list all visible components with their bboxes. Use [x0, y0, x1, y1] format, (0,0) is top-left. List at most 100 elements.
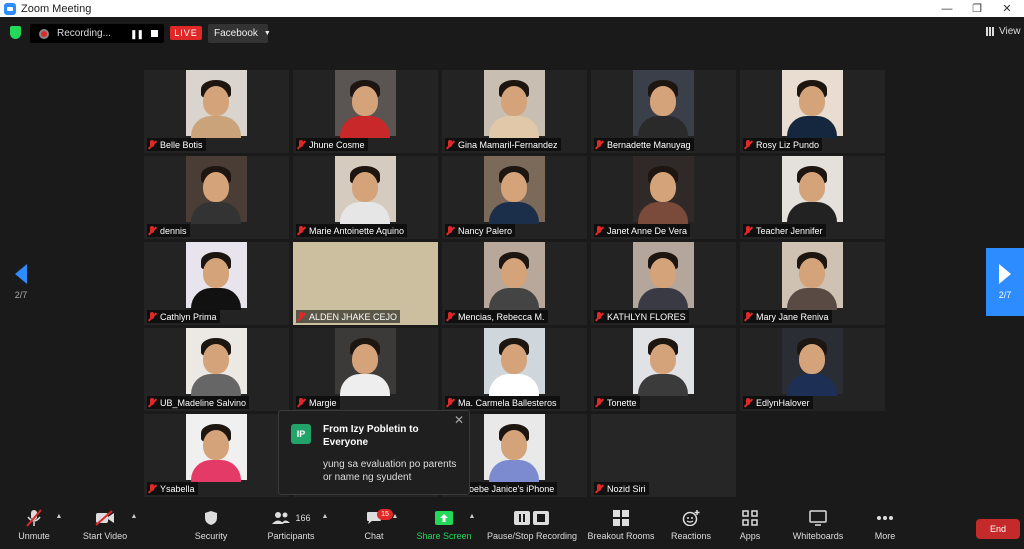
participant-face	[501, 430, 527, 460]
security-label: Security	[194, 531, 228, 541]
participant-tile[interactable]: Belle Botis	[144, 70, 289, 153]
stream-target-dropdown[interactable]: Facebook ▼	[208, 24, 271, 43]
participant-name-label: EdlynHalover	[743, 396, 813, 409]
participants-count: 166	[295, 513, 311, 523]
participant-video	[782, 328, 843, 396]
participant-name-label: KATHLYN FLORES	[594, 310, 689, 323]
muted-mic-icon	[446, 140, 454, 149]
apps-button[interactable]: Apps	[730, 507, 770, 549]
encryption-shield-icon[interactable]	[10, 26, 21, 39]
video-off-icon	[95, 510, 114, 526]
participant-name-label: UB_Madeline Salvino	[147, 396, 250, 409]
participant-tile[interactable]: Mencias, Rebecca M.	[442, 242, 587, 325]
participant-face	[501, 344, 527, 374]
whiteboards-label: Whiteboards	[792, 531, 844, 541]
participant-name: Ma. Carmela Ballesteros	[458, 397, 557, 408]
participant-name-label: Janet Anne De Vera	[594, 224, 691, 237]
participant-video	[186, 70, 247, 138]
next-page-button[interactable]: 2/7	[986, 248, 1024, 316]
participant-body	[489, 374, 539, 396]
maximize-icon[interactable]: ❐	[962, 0, 992, 17]
participant-body	[191, 116, 241, 138]
close-icon[interactable]: ✕	[992, 0, 1022, 17]
participant-tile[interactable]: Bernadette Manuyag	[591, 70, 736, 153]
participant-name-label: Jhune Cosme	[296, 138, 368, 151]
breakout-rooms-button[interactable]: Breakout Rooms	[586, 507, 656, 549]
participant-tile[interactable]: Mary Jane Reniva	[740, 242, 885, 325]
participant-video	[335, 328, 396, 396]
pause-stop-recording-button[interactable]: Pause/Stop Recording	[486, 507, 578, 549]
participant-tile[interactable]: Tonette	[591, 328, 736, 411]
participant-face	[203, 86, 229, 116]
participant-tile[interactable]: Jhune Cosme	[293, 70, 438, 153]
participant-video	[782, 70, 843, 138]
whiteboards-button[interactable]: Whiteboards	[788, 507, 848, 549]
participant-tile[interactable]: Nozid Siri	[591, 414, 736, 497]
participant-tile[interactable]: Marie Antoinette Aquino	[293, 156, 438, 239]
muted-mic-icon	[148, 312, 156, 321]
participant-name-label: Ma. Carmela Ballesteros	[445, 396, 560, 409]
more-label: More	[874, 531, 896, 541]
participant-tile[interactable]: Ma. Carmela Ballesteros	[442, 328, 587, 411]
participant-tile[interactable]: Gina Mamaril-Fernandez	[442, 70, 587, 153]
participant-tile[interactable]: Teacher Jennifer	[740, 156, 885, 239]
participant-name-label: dennis	[147, 224, 190, 237]
participant-name: UB_Madeline Salvino	[160, 397, 247, 408]
participant-name-label: Margie	[296, 396, 340, 409]
participant-face	[352, 172, 378, 202]
minimize-icon[interactable]: —	[932, 0, 962, 17]
participant-tile[interactable]: EdlynHalover	[740, 328, 885, 411]
view-button[interactable]: View	[986, 26, 1021, 37]
participants-button[interactable]: 166 Participants	[262, 507, 320, 549]
participant-face	[203, 172, 229, 202]
muted-mic-icon	[148, 398, 156, 407]
start-video-button[interactable]: Start Video	[78, 507, 132, 549]
participant-tile[interactable]: Nancy Palero	[442, 156, 587, 239]
chevron-up-icon: ▲	[55, 513, 63, 520]
participant-tile[interactable]: KATHLYN FLORES	[591, 242, 736, 325]
participant-face	[650, 172, 676, 202]
participant-video	[335, 70, 396, 138]
participant-name: Jhune Cosme	[309, 139, 365, 150]
share-options-chevron[interactable]: ▲	[467, 507, 477, 549]
reactions-button[interactable]: Reactions	[668, 507, 714, 549]
participant-video	[782, 156, 843, 224]
window-titlebar: Zoom Meeting — ❐ ✕	[0, 0, 1024, 17]
muted-mic-icon	[595, 484, 603, 493]
sender-avatar: IP	[291, 424, 311, 444]
participant-name-label: Gina Mamaril-Fernandez	[445, 138, 561, 151]
pause-recording-icon[interactable]: ❚❚	[130, 29, 144, 40]
participants-options-chevron[interactable]: ▲	[320, 507, 330, 549]
end-meeting-button[interactable]: End	[976, 519, 1020, 539]
stop-recording-icon[interactable]	[151, 30, 158, 37]
participant-tile[interactable]: ALDEN JHAKE CEJO	[293, 242, 438, 325]
participant-face	[501, 86, 527, 116]
participant-tile[interactable]: UB_Madeline Salvino	[144, 328, 289, 411]
whiteboard-icon	[809, 510, 827, 526]
participant-face	[799, 86, 825, 116]
participant-tile[interactable]: Ysabella	[144, 414, 289, 497]
participant-video	[782, 242, 843, 310]
participant-video	[633, 156, 694, 224]
unmute-button[interactable]: Unmute	[12, 507, 56, 549]
close-icon[interactable]: ✕	[454, 413, 464, 427]
chat-notification-popup[interactable]: IP From Izy Pobletin to Everyone yung sa…	[278, 410, 470, 495]
participant-tile[interactable]: dennis	[144, 156, 289, 239]
participant-video	[186, 242, 247, 310]
participant-body	[489, 202, 539, 224]
participant-tile[interactable]: Rosy Liz Pundo	[740, 70, 885, 153]
participant-video	[633, 328, 694, 396]
start-video-label: Start Video	[82, 531, 128, 541]
more-button[interactable]: More	[866, 507, 904, 549]
audio-options-chevron[interactable]: ▲	[54, 507, 64, 549]
share-screen-button[interactable]: Share Screen	[414, 507, 474, 549]
participant-face	[203, 430, 229, 460]
video-options-chevron[interactable]: ▲	[129, 507, 139, 549]
chevron-up-icon: ▲	[130, 513, 138, 520]
participant-tile[interactable]: Janet Anne De Vera	[591, 156, 736, 239]
previous-page-button[interactable]: 2/7	[2, 248, 40, 316]
security-button[interactable]: Security	[188, 507, 234, 549]
participant-tile[interactable]: Margie	[293, 328, 438, 411]
participant-video	[484, 70, 545, 138]
participant-tile[interactable]: Cathlyn Prima	[144, 242, 289, 325]
